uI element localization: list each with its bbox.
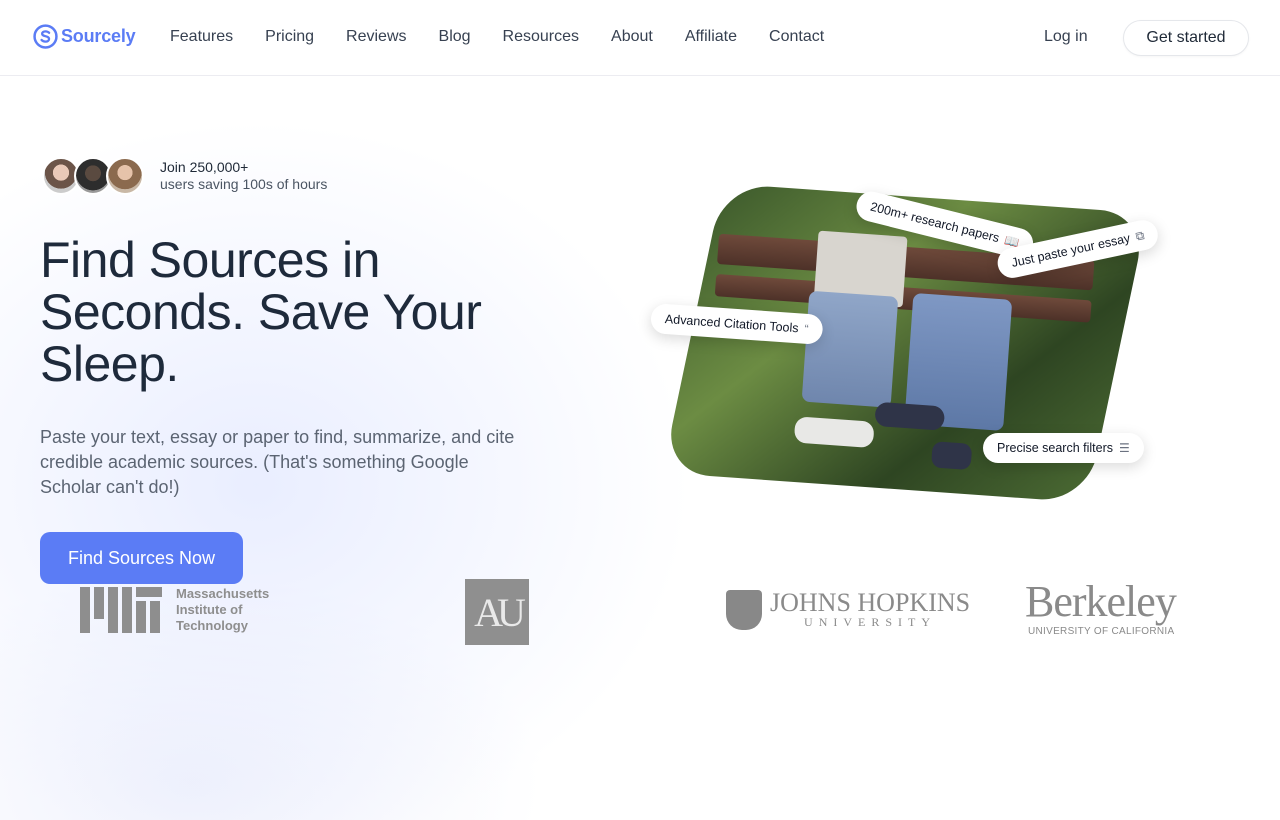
get-started-button[interactable]: Get started [1123,20,1249,56]
find-sources-button[interactable]: Find Sources Now [40,532,243,584]
person-left-legs [801,290,899,408]
nav-link-affiliate[interactable]: Affiliate [685,28,737,46]
feature-tag-label: Advanced Citation Tools [664,311,800,336]
shoe [930,441,973,471]
nav-link-reviews[interactable]: Reviews [346,28,406,46]
brand-name: Sourcely [61,26,136,46]
login-link[interactable]: Log in [1044,28,1088,46]
feature-tag-label: Precise search filters [997,441,1114,455]
shoe [874,401,946,431]
nav-link-about[interactable]: About [611,28,653,46]
quote-icon: “ [804,321,809,336]
avatar [106,157,144,195]
social-proof-caption: users saving 100s of hours [160,176,328,192]
nav-link-pricing[interactable]: Pricing [265,28,314,46]
sourcely-logo-icon [33,24,58,49]
nav-links: Features Pricing Reviews Blog Resources … [170,28,856,46]
nav-link-resources[interactable]: Resources [503,28,579,46]
copy-icon: ⧉ [1134,227,1146,244]
social-proof-count: Join 250,000+ [160,159,249,175]
nav-link-blog[interactable]: Blog [439,28,471,46]
brand-logo[interactable]: Sourcely [33,24,136,49]
hero-headline: Find Sources in Seconds. Save Your Sleep… [40,232,482,392]
nav-link-features[interactable]: Features [170,28,233,46]
hero-subheadline: Paste your text, essay or paper to find,… [40,427,515,497]
nav-link-contact[interactable]: Contact [769,28,824,46]
shoe [793,416,875,449]
sliders-icon: ☰ [1119,441,1130,455]
top-navigation: Sourcely Features Pricing Reviews Blog R… [0,0,1280,76]
user-avatars [42,157,146,195]
feature-tag-search-filters: Precise search filters ☰ [983,433,1144,463]
